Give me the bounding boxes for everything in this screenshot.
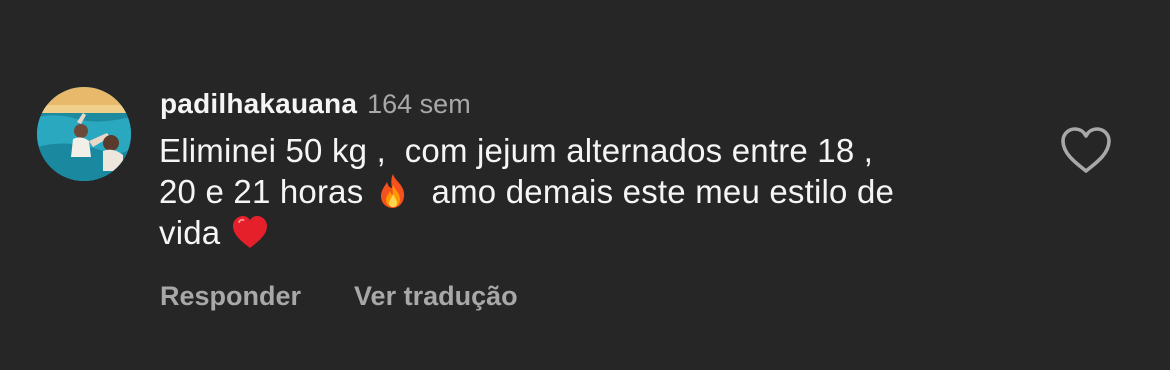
red-heart-emoji-icon: [230, 212, 270, 252]
comment-text-segment: amo demais este meu estilo de: [431, 173, 895, 210]
fire-emoji-icon: [373, 171, 413, 211]
comment-text-segment: vida: [159, 214, 221, 251]
translate-button[interactable]: Ver tradução: [354, 281, 518, 312]
comment-text-line: 20 e 21 horas amo demais este meu estilo…: [159, 171, 1019, 212]
comment-text-line: vida: [159, 212, 1019, 253]
comment-actions: Responder Ver tradução: [160, 276, 518, 316]
comment-header: padilhakauana 164 sem: [160, 84, 471, 124]
comment-item: padilhakauana 164 sem Eliminei 50 kg , c…: [0, 0, 1170, 370]
like-button[interactable]: [1058, 124, 1114, 176]
timestamp: 164 sem: [367, 88, 471, 119]
comment-text-line: Eliminei 50 kg , com jejum alternados en…: [159, 132, 874, 169]
comment-text: Eliminei 50 kg , com jejum alternados en…: [159, 130, 1019, 253]
reply-button[interactable]: Responder: [160, 281, 301, 312]
heart-outline-icon: [1061, 127, 1111, 173]
username[interactable]: padilhakauana: [160, 88, 357, 120]
avatar[interactable]: [37, 87, 131, 181]
avatar-photo: [37, 87, 131, 181]
comment-text-segment: 20 e 21 horas: [159, 173, 364, 210]
